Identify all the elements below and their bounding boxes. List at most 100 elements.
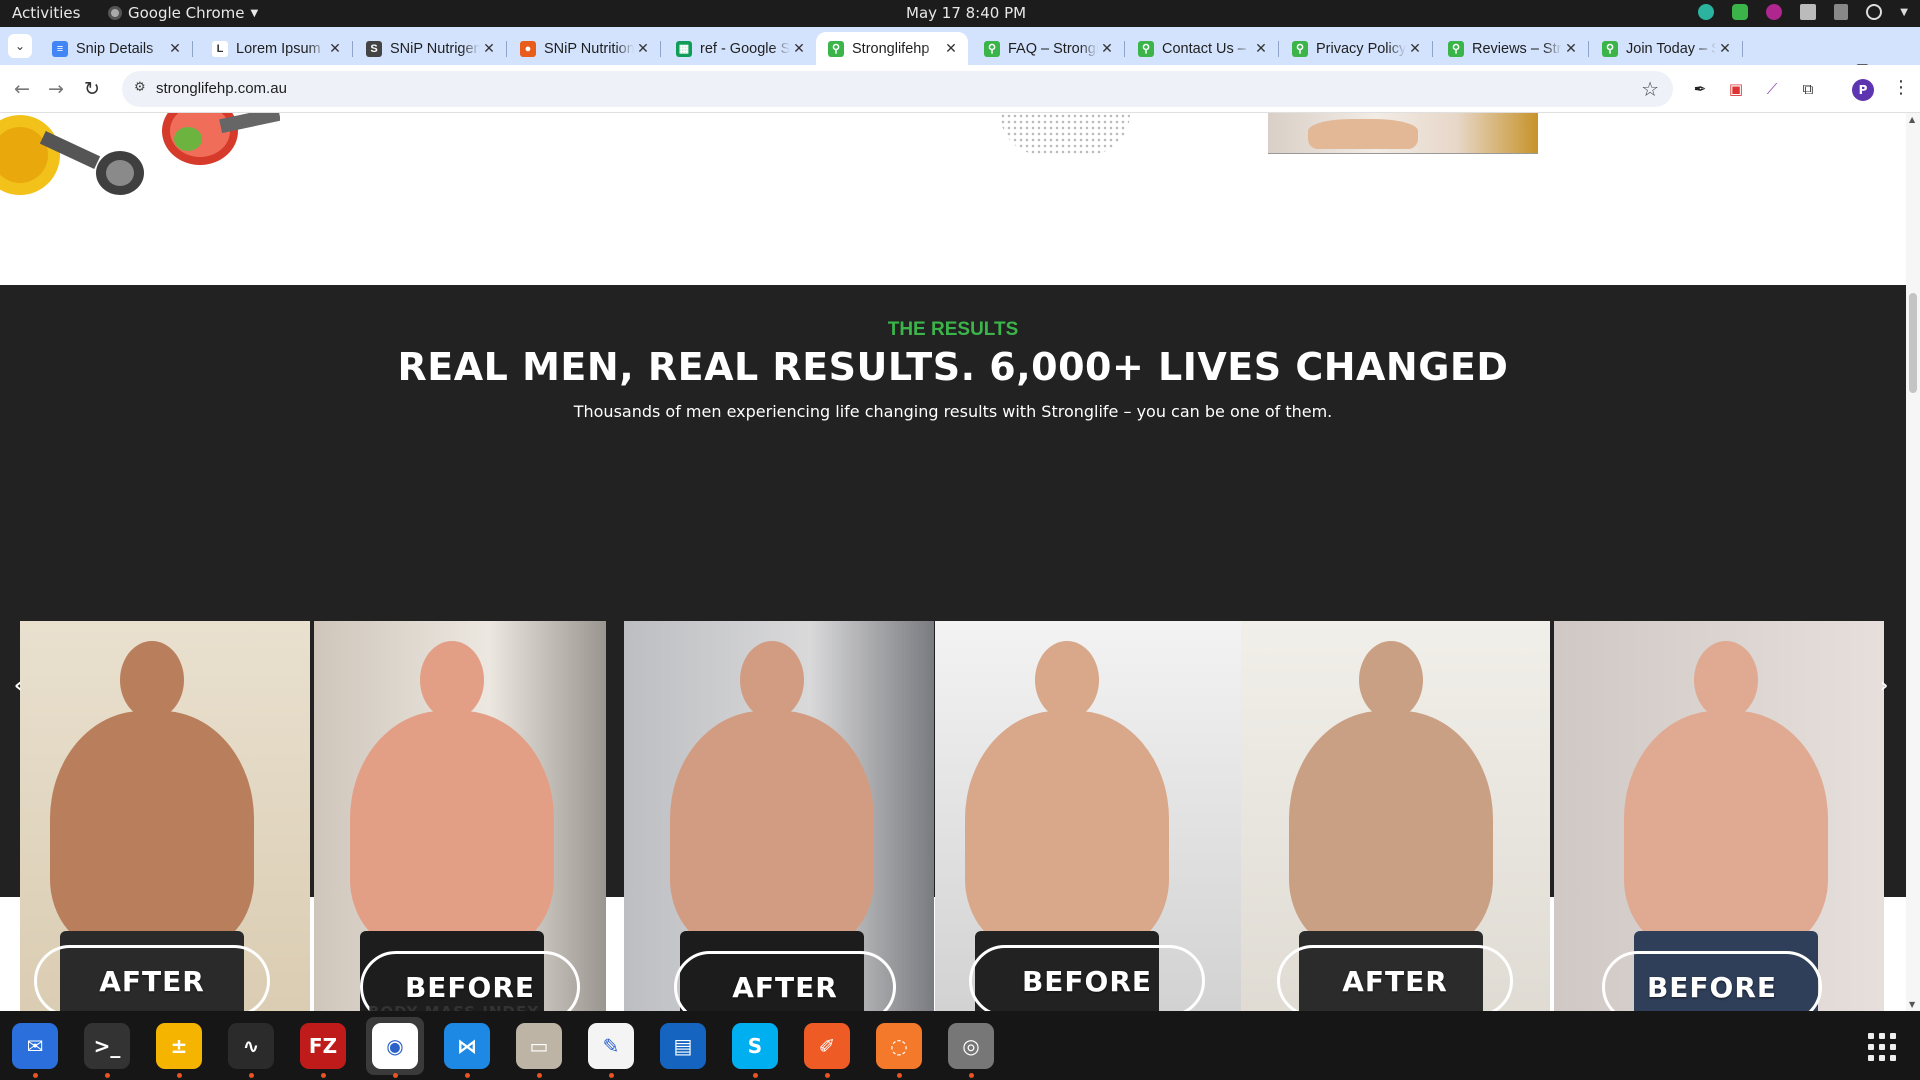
person-head <box>1035 641 1099 719</box>
thunderbird-icon[interactable]: ✉ <box>12 1023 58 1078</box>
power-icon[interactable] <box>1866 4 1883 20</box>
show-apps-grid-icon[interactable] <box>1868 1033 1896 1061</box>
profile-avatar[interactable]: P <box>1852 79 1874 101</box>
tab-3[interactable]: S SNiP Nutrigenomics✕ <box>354 32 507 65</box>
tab-11[interactable]: ⚲ Join Today – Stronglife✕ <box>1590 32 1743 65</box>
sync-icon[interactable] <box>1698 4 1715 20</box>
app-menu[interactable]: Google Chrome ▼ <box>108 4 258 22</box>
person-head <box>740 641 804 719</box>
volume-icon[interactable] <box>1834 4 1849 20</box>
back-button[interactable]: ← <box>14 78 30 100</box>
tab-close-icon[interactable]: ✕ <box>480 40 498 57</box>
tab-10[interactable]: ⚲ Reviews – Stronglife✕ <box>1436 32 1589 65</box>
chrome-menu-icon[interactable]: ⋮ <box>1892 77 1910 98</box>
postman-icon[interactable]: ✐ <box>804 1023 850 1078</box>
vscode-icon[interactable]: ⋈ <box>444 1023 490 1078</box>
snip-fruit-icon: ● <box>520 40 536 57</box>
pen-extension-icon[interactable]: ⟋ <box>1762 79 1782 99</box>
tab-close-icon[interactable]: ✕ <box>942 40 960 57</box>
postman-glyph: ✐ <box>804 1023 850 1069</box>
clock[interactable]: May 17 8:40 PM <box>906 4 1026 22</box>
tab-close-icon[interactable]: ✕ <box>326 40 344 57</box>
tab-search-button[interactable]: ⌄ <box>8 34 32 58</box>
document-viewer-icon[interactable]: ▤ <box>660 1023 706 1069</box>
site-info-icon[interactable]: ⚙ <box>134 80 152 98</box>
carousel-next-arrow[interactable]: › <box>1880 673 1888 697</box>
person-torso <box>1289 711 1493 951</box>
terminal-icon[interactable]: >_ <box>84 1023 130 1078</box>
tab-separator <box>192 41 193 57</box>
result-photo-4[interactable]: BEFORE <box>935 621 1241 1011</box>
person-head <box>420 641 484 719</box>
scroll-up-icon[interactable]: ▲ <box>1909 115 1915 124</box>
files-icon[interactable]: ▭ <box>516 1023 562 1078</box>
photo-label-badge: AFTER <box>34 945 270 1011</box>
text-editor-icon[interactable]: ✎ <box>588 1023 634 1078</box>
tab-separator <box>506 41 507 57</box>
system-monitor-icon[interactable]: ∿ <box>228 1023 274 1078</box>
app-name: Google Chrome <box>128 4 245 22</box>
page-scrollbar[interactable]: ▲ ▼ <box>1906 113 1920 1011</box>
chevron-down-icon[interactable]: ▼ <box>1900 7 1908 18</box>
calculator-glyph: ± <box>156 1023 202 1069</box>
skype-icon[interactable]: S <box>732 1023 778 1078</box>
carousel-prev-arrow[interactable]: ‹ <box>14 673 22 697</box>
result-photo-3[interactable]: AFTER <box>624 621 934 1011</box>
scrollbar-thumb[interactable] <box>1909 293 1917 393</box>
result-photo-6[interactable]: BEFORE <box>1554 621 1884 1011</box>
result-photo-5[interactable]: AFTER <box>1241 621 1550 1011</box>
filezilla-icon[interactable]: FZ <box>300 1023 346 1078</box>
tab-9[interactable]: ⚲ Privacy Policy ✕ <box>1280 32 1433 65</box>
eyedropper-extension-icon[interactable]: ✒ <box>1690 79 1710 99</box>
system-tray[interactable]: ▼ <box>1698 4 1908 20</box>
address-bar[interactable]: ⚙ stronglifehp.com.au ☆ <box>122 71 1673 107</box>
tab-title: Lorem Ipsum <box>236 40 321 57</box>
tab-close-icon[interactable]: ✕ <box>166 40 184 57</box>
url-text[interactable]: stronglifehp.com.au <box>156 80 287 97</box>
browser-toolbar: ← → ↻ ⚙ stronglifehp.com.au ☆ ✒ ▣ ⟋ ⧉ P … <box>0 65 1920 113</box>
chrome-small-icon <box>108 6 122 20</box>
tab-1[interactable]: ≡ Snip Details ✕ <box>40 32 193 65</box>
tab-2[interactable]: L Lorem Ipsum ✕ <box>200 32 353 65</box>
page-viewport: THE RESULTS REAL MEN, REAL RESULTS. 6,00… <box>0 113 1906 1011</box>
blender-icon[interactable]: ◌ <box>876 1023 922 1078</box>
reload-button[interactable]: ↻ <box>84 78 100 100</box>
running-indicator <box>825 1073 830 1078</box>
tab-close-icon[interactable]: ✕ <box>1098 40 1116 57</box>
tab-4[interactable]: ● SNiP Nutrition ✕ <box>508 32 661 65</box>
tab-8[interactable]: ⚲ Contact Us – Stronglife✕ <box>1126 32 1279 65</box>
calendar-extension-icon[interactable]: ▣ <box>1726 79 1746 99</box>
forward-button[interactable]: → <box>48 78 64 100</box>
activities-button[interactable]: Activities <box>12 4 80 22</box>
extension-icon[interactable] <box>1766 4 1783 20</box>
results-carousel[interactable]: AFTER BEFORE AFTER BEFORE AFTER BEFORE <box>20 621 1884 1011</box>
tab-5[interactable]: ▦ ref - Google Sheets✕ <box>664 32 816 65</box>
disk-icon[interactable]: ◎ <box>948 1023 994 1078</box>
result-photo-1[interactable]: AFTER <box>20 621 310 1011</box>
section-eyebrow: THE RESULTS <box>887 319 1019 340</box>
skype-glyph: S <box>732 1023 778 1069</box>
tab-close-icon[interactable]: ✕ <box>1406 40 1424 57</box>
running-indicator <box>33 1073 38 1078</box>
tab-close-icon[interactable]: ✕ <box>1716 40 1734 57</box>
scroll-down-icon[interactable]: ▼ <box>1909 1000 1915 1009</box>
consultation-image <box>1268 113 1538 154</box>
person-torso <box>965 711 1169 951</box>
tab-close-icon[interactable]: ✕ <box>1562 40 1580 57</box>
chrome-icon[interactable]: ◉ <box>366 1017 424 1078</box>
network-icon[interactable] <box>1800 4 1817 20</box>
document-viewer-glyph: ▤ <box>660 1023 706 1069</box>
photo-label-badge: AFTER <box>674 951 896 1011</box>
tab-6[interactable]: ⚲ Stronglifehp ✕ <box>816 32 968 65</box>
result-photo-2[interactable]: BEFORE <box>314 621 606 1011</box>
extensions-puzzle-icon[interactable]: ⧉ <box>1798 79 1818 99</box>
bookmark-star-icon[interactable]: ☆ <box>1641 77 1659 101</box>
tab-close-icon[interactable]: ✕ <box>790 40 808 57</box>
running-indicator <box>969 1073 974 1078</box>
tab-close-icon[interactable]: ✕ <box>1252 40 1270 57</box>
check-icon[interactable] <box>1732 4 1749 20</box>
tab-close-icon[interactable]: ✕ <box>634 40 652 57</box>
tab-title: SNiP Nutrigenomics <box>390 40 480 57</box>
tab-7[interactable]: ⚲ FAQ – Stronglife✕ <box>972 32 1125 65</box>
calculator-icon[interactable]: ± <box>156 1023 202 1078</box>
